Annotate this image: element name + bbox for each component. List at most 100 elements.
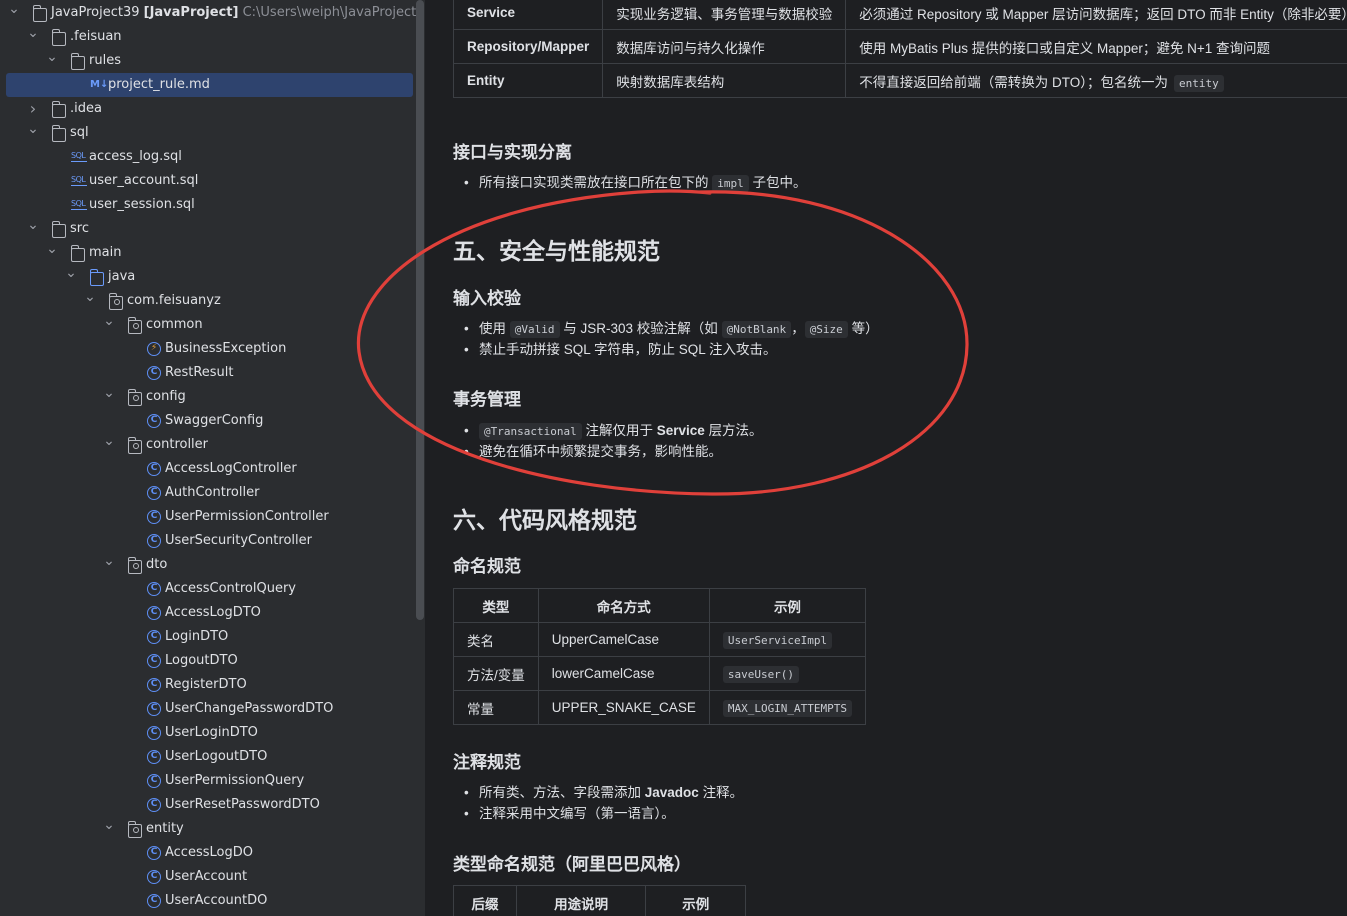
tree-row-name: SwaggerConfig xyxy=(165,413,264,428)
class-icon: C xyxy=(147,606,161,620)
tree-row-label: sql xyxy=(70,121,89,145)
table-cell: UpperCamelCase xyxy=(537,622,710,657)
tree-row[interactable]: ⌄ java xyxy=(0,265,416,289)
table-cell: MAX_LOGIN_ATTEMPTS xyxy=(708,690,867,725)
tree-row[interactable]: SQL access_log.sql xyxy=(0,145,416,169)
tree-row[interactable]: ⌄ rules xyxy=(0,49,416,73)
chevron-down-icon[interactable]: ⌄ xyxy=(46,45,58,69)
tree-row[interactable]: ⌄ common xyxy=(0,313,416,337)
tree-row[interactable]: C UserSecurityController xyxy=(0,529,416,553)
tree-row[interactable]: ⌄ dto xyxy=(0,553,416,577)
chevron-down-icon[interactable]: ⌄ xyxy=(103,813,115,837)
tree-row[interactable]: C UserLogoutDTO xyxy=(0,745,416,769)
heading-security-performance: 五、安全与性能规范 xyxy=(453,238,660,264)
tree-row[interactable]: ⌄ .feisuan xyxy=(0,25,416,49)
tree-scrollbar[interactable] xyxy=(416,0,424,620)
tree-row-label: .idea xyxy=(70,97,102,121)
chevron-down-icon[interactable]: ⌄ xyxy=(103,429,115,453)
code-valid: @Valid xyxy=(509,321,560,338)
folder-icon xyxy=(52,29,66,46)
tree-row-name: UserResetPasswordDTO xyxy=(165,797,320,812)
chevron-down-icon[interactable]: ⌄ xyxy=(27,21,39,45)
tree-row[interactable]: C AccessLogDO xyxy=(0,841,416,865)
tree-row-label: UserAccountDO xyxy=(165,889,267,913)
tree-row[interactable]: C AccessControlQuery xyxy=(0,577,416,601)
tree-row[interactable]: C LoginDTO xyxy=(0,625,416,649)
tree-row[interactable]: C UserLoginDTO xyxy=(0,721,416,745)
tree-row[interactable]: C UserResetPasswordDTO xyxy=(0,793,416,817)
tree-row[interactable]: C UserAccountDO xyxy=(0,889,416,913)
tree-row[interactable]: ⌄ entity xyxy=(0,817,416,841)
chevron-down-icon[interactable]: ⌄ xyxy=(103,381,115,405)
table-header: 命名方式 xyxy=(537,588,710,623)
tree-row[interactable]: SQL user_session.sql xyxy=(0,193,416,217)
list-item: @Transactional 注解仅用于 Service 层方法。 xyxy=(464,420,763,441)
tree-row[interactable]: C UserAccount xyxy=(0,865,416,889)
tree-row[interactable]: C UserPermissionQuery xyxy=(0,769,416,793)
code-size: @Size xyxy=(804,321,848,338)
naming-table: 类型 命名方式 示例 类名 UpperCamelCase UserServiceImpl… xyxy=(453,588,867,725)
list-item: 禁止手动拼接 SQL 字符串，防止 SQL 注入攻击。 xyxy=(464,339,879,360)
tree-row-label: AccessControlQuery xyxy=(165,577,296,601)
module-tag: [JavaProject] xyxy=(143,5,239,20)
chevron-down-icon[interactable]: ⌄ xyxy=(103,549,115,573)
project-tree: ⌄ JavaProject39 [JavaProject] C:\Users\we… xyxy=(0,0,426,913)
tree-row[interactable]: C UserChangePasswordDTO xyxy=(0,697,416,721)
tree-row[interactable]: ⌄ JavaProject39 [JavaProject] C:\Users\we… xyxy=(0,0,426,25)
package-icon xyxy=(128,821,142,838)
tree-row[interactable]: ⌄ sql xyxy=(0,121,416,145)
tree-row[interactable]: ⌄ config xyxy=(0,385,416,409)
class-icon: C xyxy=(147,534,161,548)
tree-row-label: LogoutDTO xyxy=(165,649,238,673)
package-icon xyxy=(128,389,142,406)
tree-row-name: com.feisuanyz xyxy=(127,293,221,308)
tree-row[interactable]: SQL user_account.sql xyxy=(0,169,416,193)
folder-icon xyxy=(90,269,104,286)
folder-icon xyxy=(52,101,66,118)
tree-row[interactable]: ⚡ BusinessException xyxy=(0,337,416,361)
chevron-down-icon[interactable]: ⌄ xyxy=(8,0,20,21)
chevron-down-icon[interactable]: ⌄ xyxy=(27,213,39,237)
tree-row-name: common xyxy=(146,317,203,332)
tree-row-label: AccessLogDTO xyxy=(165,601,261,625)
tree-row[interactable]: M↓ project_rule.md xyxy=(6,73,413,97)
tree-row[interactable]: ⌄ controller xyxy=(0,433,416,457)
class-icon: C xyxy=(147,678,161,692)
tree-row-name: .feisuan xyxy=(70,29,122,44)
list-item: 使用 @Valid 与 JSR-303 校验注解（如 @NotBlank，@Si… xyxy=(464,318,879,339)
table-header: 示例 xyxy=(708,588,867,623)
tree-row[interactable]: C RegisterDTO xyxy=(0,673,416,697)
tree-row[interactable]: C SwaggerConfig xyxy=(0,409,416,433)
chevron-down-icon[interactable]: ⌄ xyxy=(46,237,58,261)
tree-row[interactable]: ⌄ src xyxy=(0,217,416,241)
tree-row[interactable]: C RestResult xyxy=(0,361,416,385)
chevron-down-icon[interactable]: ⌄ xyxy=(103,309,115,333)
tree-row-label: common xyxy=(146,313,203,337)
tree-row[interactable]: C UserPermissionController xyxy=(0,505,416,529)
tree-row[interactable]: C AuthController xyxy=(0,481,416,505)
tree-row-label: UserLoginDTO xyxy=(165,721,258,745)
tree-row[interactable]: C LogoutDTO xyxy=(0,649,416,673)
tree-row[interactable]: ⌄ com.feisuanyz xyxy=(0,289,416,313)
tree-row-name: AccessLogController xyxy=(165,461,297,476)
tree-row-label: java xyxy=(108,265,135,289)
tree-row[interactable]: ⌄ main xyxy=(0,241,416,265)
tree-row-name: AccessLogDO xyxy=(165,845,253,860)
tree-row[interactable]: C AccessLogController xyxy=(0,457,416,481)
markdown-preview: Service 实现业务逻辑、事务管理与数据校验 必须通过 Repository 或… xyxy=(426,0,1347,916)
table-cell: Entity xyxy=(452,63,604,98)
tree-row-label: UserPermissionController xyxy=(165,505,329,529)
chevron-down-icon[interactable]: ⌄ xyxy=(84,285,96,309)
tree-row-name: access_log.sql xyxy=(89,149,182,164)
folder-icon xyxy=(33,5,47,22)
chevron-down-icon[interactable]: ⌄ xyxy=(27,117,39,141)
table-cell: UPPER_SNAKE_CASE xyxy=(537,690,710,725)
tree-row[interactable]: C AccessLogDTO xyxy=(0,601,416,625)
input-validation-list: 使用 @Valid 与 JSR-303 校验注解（如 @NotBlank，@Si… xyxy=(464,318,879,360)
tree-row[interactable]: › .idea xyxy=(0,97,416,121)
chevron-down-icon[interactable]: ⌄ xyxy=(65,261,77,285)
inline-code: saveUser() xyxy=(722,666,800,683)
tree-row-name: .idea xyxy=(70,101,102,116)
class-icon: C xyxy=(147,750,161,764)
markdown-file-icon: M↓ xyxy=(90,79,109,90)
